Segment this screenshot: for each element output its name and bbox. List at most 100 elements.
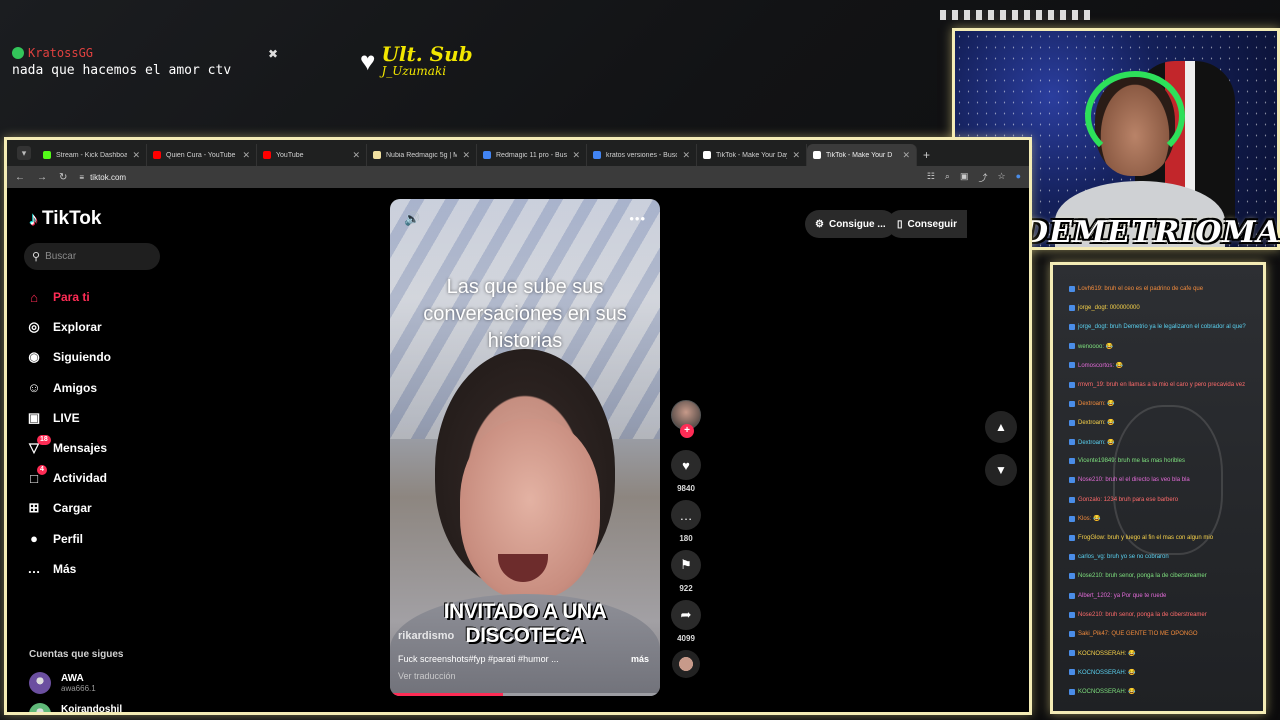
reload-icon[interactable]: ↻ bbox=[59, 172, 67, 183]
chat-badge-icon bbox=[1069, 323, 1075, 330]
chat-line: Nose210: bruh el el directo las veo bla … bbox=[1053, 471, 1263, 490]
search-placeholder: Buscar bbox=[45, 251, 77, 262]
video-player[interactable]: 🔊 ••• Las que sube sus conversaciones en… bbox=[390, 199, 660, 696]
chat-line-text: Nose210: bruh el el directo las veo bla … bbox=[1078, 477, 1190, 484]
forward-icon[interactable]: → bbox=[37, 172, 47, 183]
tab-close-icon[interactable]: ✕ bbox=[682, 150, 690, 161]
sidebar-item-actividad[interactable]: □ 4 Actividad bbox=[25, 463, 111, 493]
friends-icon: ☺ bbox=[27, 380, 41, 396]
sidebar-item-cargar[interactable]: ⊞ Cargar bbox=[25, 493, 111, 523]
see-translation-link[interactable]: Ver traducción bbox=[398, 671, 456, 681]
avatar bbox=[29, 672, 51, 694]
like-button[interactable]: ♥ bbox=[671, 450, 701, 480]
account-name: Koirandoshil bbox=[61, 704, 123, 715]
tab-close-icon[interactable]: ✕ bbox=[352, 150, 360, 161]
site-info-icon[interactable]: ≡ bbox=[79, 173, 84, 182]
tab-title: TikTok - Make Your Day bbox=[716, 151, 788, 159]
get-app-pill[interactable]: ⚙ Consigue ... bbox=[805, 210, 896, 238]
search-input[interactable]: ⚲ Buscar bbox=[24, 243, 160, 270]
chat-badge-icon bbox=[1069, 439, 1075, 446]
tab-close-icon[interactable]: ✕ bbox=[572, 150, 580, 161]
sidebar-item-label: Amigos bbox=[53, 380, 98, 395]
tab-search-menu-icon[interactable]: ▾ bbox=[17, 146, 31, 160]
chat-line: Nose210: bruh senor, ponga la de ciberst… bbox=[1053, 605, 1263, 624]
sidebar-item-explorar[interactable]: ◎ Explorar bbox=[25, 312, 111, 342]
browser-tab[interactable]: TikTok - Make Your Day ✕ bbox=[697, 144, 807, 166]
previous-video-button[interactable]: ▲ bbox=[985, 411, 1017, 443]
browser-toolbar-icons: ☷ ⌕ ▣ ⤴ ☆ ● bbox=[927, 171, 1021, 184]
chat-line-text: KOCNOSSERAH: 😂 bbox=[1078, 689, 1136, 696]
tab-title: kratos versiones - Buscar bbox=[606, 151, 678, 159]
chat-line: FrogGlow: bruh y luego al fin el mas con… bbox=[1053, 528, 1263, 547]
share-button[interactable]: ➦ bbox=[671, 600, 701, 630]
creator-avatar[interactable]: + bbox=[671, 400, 701, 438]
sidebar-item-siguiendo[interactable]: ◉ Siguiendo bbox=[25, 342, 111, 372]
chat-line-text: Dextroam: 😂 bbox=[1078, 420, 1115, 427]
bookmark-button[interactable]: ⚑ bbox=[671, 550, 701, 580]
music-disc-icon[interactable] bbox=[672, 650, 700, 678]
sidebar-item-amigos[interactable]: ☺ Amigos bbox=[25, 373, 111, 403]
chat-line-text: KOCNOSSERAH: 😂 bbox=[1078, 650, 1136, 657]
tab-close-icon[interactable]: ✕ bbox=[792, 150, 800, 161]
chat-line: Nose210: bruh senor, ponga la de ciberst… bbox=[1053, 567, 1263, 586]
browser-tab[interactable]: TikTok - Make Your D ✕ bbox=[807, 144, 917, 166]
next-video-button[interactable]: ▼ bbox=[985, 454, 1017, 486]
pin-icon: ✖ bbox=[268, 47, 279, 61]
chat-line: Dextroam: 😂 bbox=[1053, 413, 1263, 432]
chat-badge-icon bbox=[1069, 630, 1075, 637]
zoom-icon[interactable]: ⌕ bbox=[945, 171, 950, 184]
tab-close-icon[interactable]: ✕ bbox=[902, 150, 910, 161]
follow-plus-icon[interactable]: + bbox=[680, 424, 694, 438]
url-field[interactable]: ≡ tiktok.com bbox=[79, 173, 126, 182]
video-description: Fuck screenshots#fyp #parati #humor ... bbox=[398, 654, 559, 664]
chat-line-text: jorge_dogt: bruh Demetrio ya le legaliza… bbox=[1078, 323, 1246, 330]
sidebar-item-label: Explorar bbox=[53, 320, 102, 335]
comment-button[interactable]: … bbox=[671, 500, 701, 530]
sidebar-item-más[interactable]: … Más bbox=[25, 554, 111, 584]
show-more-link[interactable]: más bbox=[631, 654, 649, 664]
sidebar-item-mensajes[interactable]: ▽ 18 Mensajes bbox=[25, 433, 111, 463]
extension-icon[interactable]: ● bbox=[1016, 171, 1021, 184]
get-desktop-app-pill[interactable]: ▯ Conseguir bbox=[887, 210, 967, 238]
browser-tab[interactable]: kratos versiones - Buscar ✕ bbox=[587, 144, 697, 166]
cast-icon[interactable]: ▣ bbox=[960, 171, 969, 184]
bookmark-star-icon[interactable]: ☆ bbox=[997, 171, 1005, 184]
video-more-options-icon[interactable]: ••• bbox=[629, 211, 646, 226]
tab-close-icon[interactable]: ✕ bbox=[242, 150, 250, 161]
video-progress-bar[interactable] bbox=[390, 693, 660, 696]
tab-close-icon[interactable]: ✕ bbox=[132, 150, 140, 161]
tiktok-logo[interactable]: ♪ TikTok bbox=[29, 208, 101, 230]
sidebar-nav: ⌂ Para ti ◎ Explorar ◉ Siguiendo ☺ Amigos ▣ LIVE ▽… bbox=[25, 282, 111, 584]
browser-tab[interactable]: Nubia Redmagic 5g | Me ✕ bbox=[367, 144, 477, 166]
browser-tab[interactable]: Quien Cura - YouTube ✕ bbox=[147, 144, 257, 166]
sidebar-item-label: Perfil bbox=[53, 531, 84, 546]
back-icon[interactable]: ← bbox=[15, 172, 25, 183]
sidebar-item-para-ti[interactable]: ⌂ Para ti bbox=[25, 282, 111, 312]
streamer-nameplate: DEMETRIOMAN bbox=[1022, 215, 1280, 250]
sidebar-item-live[interactable]: ▣ LIVE bbox=[25, 403, 111, 433]
browser-tab[interactable]: Stream - Kick Dashboard ✕ bbox=[37, 144, 147, 166]
last-sub-widget: ♥ Ult. Sub J_Uzumaki bbox=[360, 44, 473, 78]
chat-badge-icon bbox=[1069, 573, 1075, 580]
video-author[interactable]: rikardismo bbox=[398, 630, 454, 642]
sidebar-item-perfil[interactable]: ● Perfil bbox=[25, 524, 111, 554]
volume-icon[interactable]: 🔊 bbox=[404, 211, 420, 227]
followed-account[interactable]: AWA awa666.1 bbox=[29, 672, 96, 694]
share-icon[interactable]: ⤴ bbox=[978, 171, 987, 184]
followed-account[interactable]: Koirandoshilkoirandoshil bbox=[29, 703, 123, 715]
browser-tab[interactable]: Redmagic 11 pro - Busca ✕ bbox=[477, 144, 587, 166]
chat-line: Gonzalo: 1234 bruh para ese barbero bbox=[1053, 490, 1263, 509]
search-icon: ⚲ bbox=[32, 251, 41, 263]
overlay-chat-user: KratossGG bbox=[12, 46, 231, 60]
browser-tab[interactable]: YouTube ✕ bbox=[257, 144, 367, 166]
more-icon: … bbox=[27, 561, 41, 577]
chat-line: Lomoscortos: 😂 bbox=[1053, 356, 1263, 375]
tab-title: Redmagic 11 pro - Busca bbox=[496, 151, 568, 159]
chat-line: carlos_vg: bruh yo se no cobraron bbox=[1053, 548, 1263, 567]
chat-line-text: Nose210: bruh senor, ponga la de ciberst… bbox=[1078, 611, 1207, 618]
stream-canvas: KratossGG nada que hacemos el amor ctv ✖… bbox=[0, 0, 1280, 720]
translate-icon[interactable]: ☷ bbox=[927, 171, 935, 184]
new-tab-button[interactable]: + bbox=[923, 148, 930, 162]
chat-line: KOCNOSSERAH: 😂 bbox=[1053, 644, 1263, 663]
tab-close-icon[interactable]: ✕ bbox=[462, 150, 470, 161]
